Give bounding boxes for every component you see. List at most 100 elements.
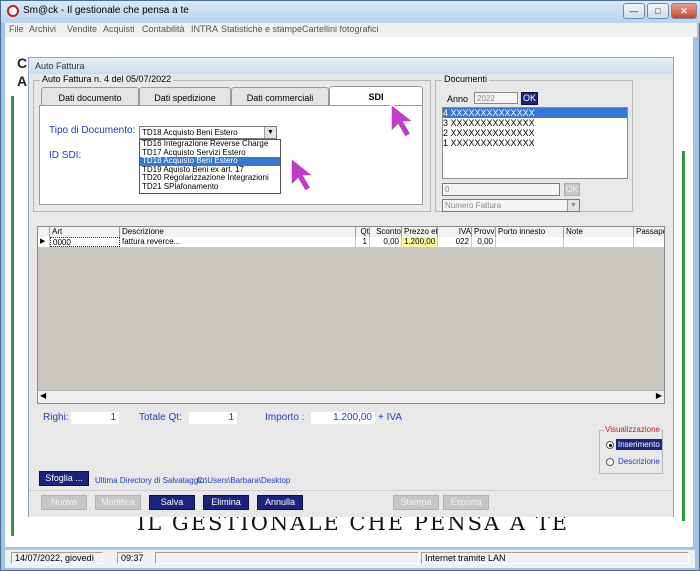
- stampa-button[interactable]: Stampa: [393, 495, 439, 510]
- cell-qt[interactable]: 1: [356, 237, 370, 247]
- document-number-input[interactable]: 0: [442, 183, 560, 196]
- visualizzazione-group: Visualizzazione Inserimento Descrizione: [599, 425, 663, 474]
- cell-provv[interactable]: 0,00: [472, 237, 496, 247]
- list-item[interactable]: 3 XXXXXXXXXXXXXX: [443, 118, 627, 128]
- totale-qt-label: Totale Qt:: [139, 412, 182, 423]
- col-art[interactable]: Art: [50, 227, 120, 237]
- menu-cartellini[interactable]: Cartellini fotografici: [302, 24, 379, 34]
- ultima-directory-label: Ultima Directory di Salvataggio:: [95, 476, 207, 485]
- modifica-button[interactable]: Modifica: [95, 495, 141, 510]
- cell-passaporto[interactable]: [634, 237, 664, 247]
- menu-acquisti[interactable]: Acquisti: [103, 24, 135, 34]
- inserimento-label[interactable]: Inserimento: [616, 439, 662, 450]
- pointer-arrow-icon: [390, 102, 417, 138]
- row-indicator-header: [38, 227, 50, 237]
- background-logo-b: A: [17, 73, 28, 89]
- status-empty: [155, 552, 419, 564]
- decorative-green-line-left: [11, 96, 14, 536]
- menu-contabilita[interactable]: Contabilità: [142, 24, 185, 34]
- status-bar: 14/07/2022, giovedì 09:37 Internet trami…: [5, 549, 695, 568]
- background-logo-a: C: [17, 55, 28, 71]
- dialog-title: Auto Fattura: [35, 61, 85, 71]
- annulla-button[interactable]: Annulla: [257, 495, 303, 510]
- decorative-green-line-right: [682, 151, 685, 521]
- righi-value: 1: [71, 412, 119, 424]
- col-porto-innesto[interactable]: Porto innesto: [496, 227, 564, 237]
- col-descrizione[interactable]: Descrizione: [120, 227, 356, 237]
- descrizione-label[interactable]: Descrizione: [616, 456, 662, 467]
- window-title: Sm@ck - Il gestionale che pensa a te: [23, 5, 189, 16]
- window-titlebar: Sm@ck - Il gestionale che pensa a te — □…: [1, 1, 700, 23]
- auto-fattura-group-title: Auto Fattura n. 4 del 05/07/2022: [40, 74, 174, 84]
- documenti-title: Documenti: [442, 74, 490, 84]
- search-field-select[interactable]: Numero Fattura ▼: [442, 199, 580, 212]
- number-ok-button[interactable]: OK: [564, 183, 580, 196]
- righi-label: Righi:: [43, 412, 69, 423]
- cell-iva[interactable]: 022: [438, 237, 472, 247]
- dialog-titlebar: Auto Fattura: [29, 58, 673, 74]
- list-item[interactable]: 1 XXXXXXXXXXXXXX: [443, 138, 627, 148]
- minimize-button[interactable]: —: [623, 3, 645, 19]
- chevron-down-icon[interactable]: ▼: [264, 127, 276, 138]
- col-prezzo-eff[interactable]: Prezzo eff: [402, 227, 438, 237]
- iva-suffix: + IVA: [378, 412, 402, 423]
- radio-inserimento[interactable]: [606, 441, 614, 449]
- anno-input[interactable]: 2022: [474, 92, 518, 104]
- col-note[interactable]: Note: [564, 227, 634, 237]
- importo-value: 1.200,00: [311, 412, 375, 424]
- grid-horizontal-scrollbar[interactable]: ◀ ▶: [38, 390, 664, 403]
- cell-descrizione[interactable]: fattura reverce...: [120, 237, 356, 247]
- option-td21[interactable]: TD21 SPlafonamento: [140, 182, 280, 192]
- menu-statistiche[interactable]: Statistiche e stampe: [221, 24, 302, 34]
- elimina-button[interactable]: Elimina: [203, 495, 249, 510]
- cell-sconto[interactable]: 0,00: [370, 237, 402, 247]
- righe-grid: Art Descrizione Qt Sconto Prezzo eff IVA…: [37, 226, 665, 404]
- row-pointer-icon: ▶: [38, 237, 50, 247]
- col-provv[interactable]: Provv: [472, 227, 496, 237]
- totale-qt-value: 1: [189, 412, 237, 424]
- sfoglia-button[interactable]: Sfoglia ...: [39, 471, 89, 486]
- visualizzazione-title: Visualizzazione: [604, 425, 661, 434]
- col-sconto[interactable]: Sconto: [370, 227, 402, 237]
- col-passaporto[interactable]: Passapor: [634, 227, 664, 237]
- salva-button[interactable]: Salva: [149, 495, 195, 510]
- tipo-documento-select[interactable]: TD18 Acquisto Beni Estero ▼: [139, 126, 277, 139]
- app-logo-icon: [7, 5, 19, 17]
- menu-intra[interactable]: INTRA: [191, 24, 218, 34]
- scroll-right-icon[interactable]: ▶: [656, 391, 662, 400]
- importo-label: Importo :: [265, 412, 305, 423]
- table-row[interactable]: ▶ 0000 fattura reverce... 1 0,00 1.200,0…: [38, 237, 664, 248]
- cell-note[interactable]: [564, 237, 634, 247]
- documenti-list[interactable]: 4 XXXXXXXXXXXXXX 3 XXXXXXXXXXXXXX 2 XXXX…: [442, 107, 628, 179]
- menu-vendite[interactable]: Vendite: [67, 24, 97, 34]
- ultima-directory-path: C:\Users\Barbara\Desktop: [197, 476, 291, 485]
- col-iva[interactable]: IVA: [438, 227, 472, 237]
- scroll-left-icon[interactable]: ◀: [40, 391, 46, 400]
- esporta-button[interactable]: Esporta: [443, 495, 489, 510]
- status-date: 14/07/2022, giovedì: [11, 552, 103, 564]
- status-time: 09:37: [117, 552, 144, 564]
- menu-bar: File Archivi Vendite Acquisti Contabilit…: [5, 23, 697, 37]
- auto-fattura-dialog: Auto Fattura Auto Fattura n. 4 del 05/07…: [28, 57, 674, 517]
- anno-label: Anno: [447, 94, 469, 104]
- menu-archivi[interactable]: Archivi: [29, 24, 56, 34]
- col-qt[interactable]: Qt: [356, 227, 370, 237]
- chevron-down-icon[interactable]: ▼: [567, 200, 579, 211]
- id-sdi-label: ID SDI:: [49, 150, 82, 161]
- status-connection: Internet tramite LAN: [421, 552, 689, 564]
- anno-ok-button[interactable]: OK: [521, 92, 538, 105]
- list-item[interactable]: 4 XXXXXXXXXXXXXX: [443, 108, 627, 118]
- cell-prezzo-eff[interactable]: 1.200,00: [402, 237, 438, 247]
- tipo-documento-value: TD18 Acquisto Beni Estero: [142, 128, 238, 137]
- tipo-documento-label: Tipo di Documento:: [49, 125, 136, 136]
- nuovo-button[interactable]: Nuovo: [41, 495, 87, 510]
- radio-descrizione[interactable]: [606, 458, 614, 466]
- maximize-button[interactable]: □: [647, 3, 669, 19]
- cell-art[interactable]: 0000: [50, 237, 120, 247]
- search-field-value: Numero Fattura: [445, 201, 502, 210]
- tipo-documento-dropdown: TD16 Integrazione Reverse Charge TD17 Ac…: [139, 139, 281, 194]
- close-button[interactable]: ✕: [671, 3, 697, 19]
- list-item[interactable]: 2 XXXXXXXXXXXXXX: [443, 128, 627, 138]
- cell-porto-innesto[interactable]: [496, 237, 564, 247]
- menu-file[interactable]: File: [9, 24, 24, 34]
